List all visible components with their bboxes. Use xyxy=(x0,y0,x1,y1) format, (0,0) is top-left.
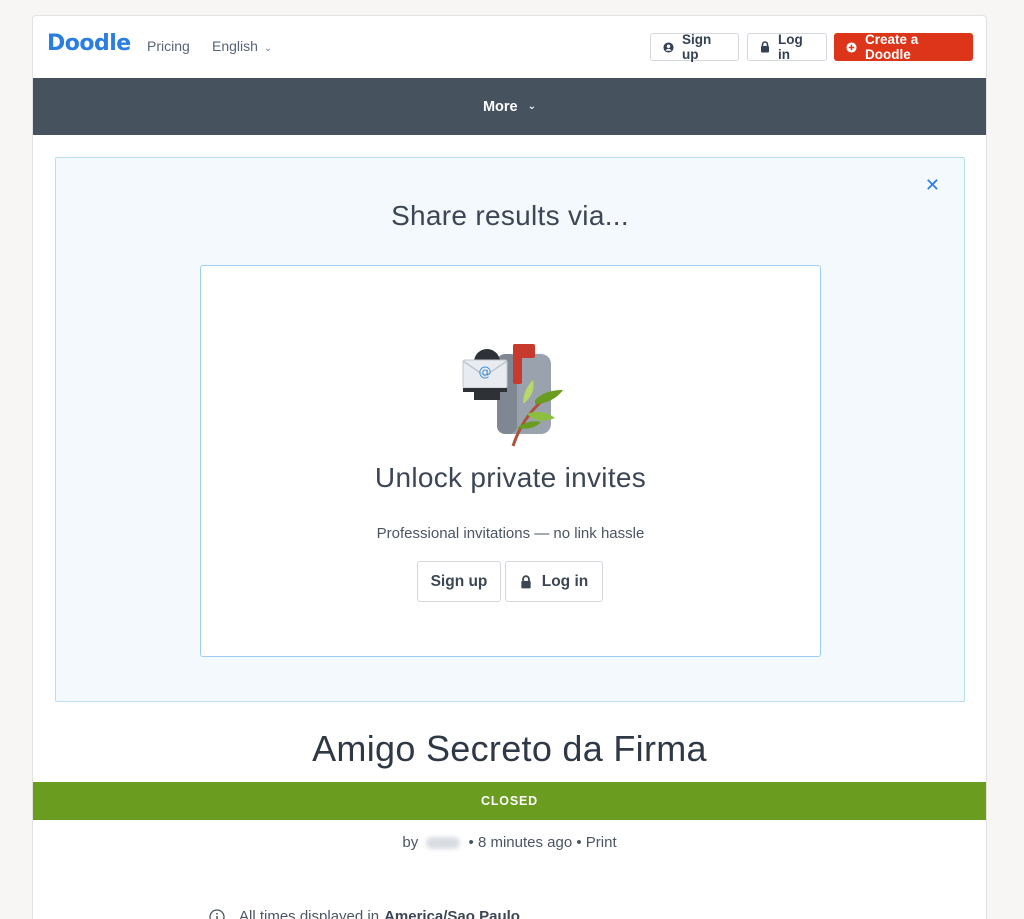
author-name-redacted xyxy=(426,837,461,850)
more-bar: More ⌄ xyxy=(33,78,986,135)
header-login-button[interactable]: Log in xyxy=(747,32,827,62)
chevron-down-icon: ⌄ xyxy=(527,101,537,112)
header-signup-label: Sign up xyxy=(682,32,712,62)
page-card: Doodle Pricing English ⌄ Sign up Log in C… xyxy=(32,15,987,919)
status-badge: CLOSED xyxy=(33,782,986,820)
user-icon xyxy=(663,41,674,53)
language-selector[interactable]: English ⌄ xyxy=(212,38,272,54)
byline-time: • 8 minutes ago • xyxy=(468,834,582,851)
chevron-down-icon: ⌄ xyxy=(263,43,273,54)
byline-prefix: by xyxy=(402,834,419,851)
timezone-value: America/Sao Paulo xyxy=(384,908,520,919)
unlock-title: Unlock private invites xyxy=(374,462,647,493)
plus-circle-icon xyxy=(846,41,857,53)
mailbox-illustration: @ xyxy=(457,344,577,454)
info-icon xyxy=(209,908,225,919)
login-label: Log in xyxy=(541,572,589,590)
unlock-subtitle: Professional invitations — no link hassl… xyxy=(376,525,645,542)
signup-button[interactable]: Sign up xyxy=(417,561,501,602)
unlock-invites-box: @ Unlock private invites Professional in… xyxy=(200,265,821,657)
header-signup-button[interactable]: Sign up xyxy=(650,32,739,62)
timezone-note: All times displayed in America/Sao Paulo xyxy=(209,908,520,919)
login-button[interactable]: Log in xyxy=(505,561,603,602)
signup-label: Sign up xyxy=(430,572,488,590)
create-doodle-label: Create a Doodle xyxy=(865,32,919,62)
doodle-logo[interactable]: Doodle xyxy=(47,31,131,56)
top-header: Doodle Pricing English ⌄ Sign up Log in C… xyxy=(33,16,986,78)
pricing-link[interactable]: Pricing xyxy=(147,38,190,54)
language-label: English xyxy=(212,38,258,54)
share-results-panel: ✕ Share results via... @ Unlock private … xyxy=(55,157,965,702)
svg-text:@: @ xyxy=(479,365,492,380)
lock-icon xyxy=(520,574,532,589)
lock-icon xyxy=(760,41,770,53)
header-login-label: Log in xyxy=(778,32,803,62)
more-menu-button[interactable]: More ⌄ xyxy=(483,99,536,115)
close-icon[interactable]: ✕ xyxy=(925,176,940,194)
print-link[interactable]: Print xyxy=(586,834,617,851)
more-label: More xyxy=(482,98,518,115)
poll-title: Amigo Secreto da Firma xyxy=(312,728,707,769)
share-title: Share results via... xyxy=(391,200,629,231)
timezone-prefix: All times displayed in xyxy=(239,908,380,919)
poll-byline: by • 8 minutes ago • Print xyxy=(33,834,986,851)
create-doodle-button[interactable]: Create a Doodle xyxy=(834,32,973,62)
